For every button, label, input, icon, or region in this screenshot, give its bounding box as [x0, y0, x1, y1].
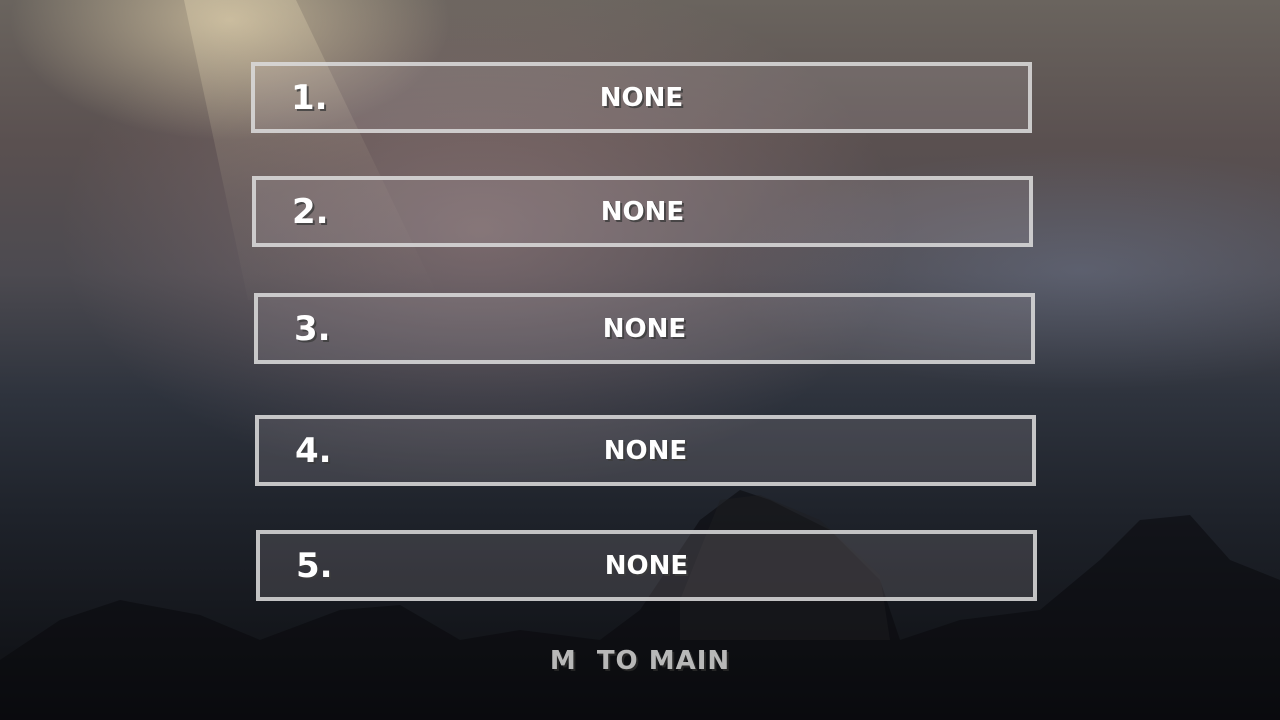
slot-name: NONE — [600, 196, 685, 227]
save-slot-5[interactable]: 5. NONE — [256, 530, 1037, 601]
save-slot-4[interactable]: 4. NONE — [255, 415, 1036, 486]
save-slot-2[interactable]: 2. NONE — [252, 176, 1033, 247]
back-to-main-prompt[interactable]: M TO MAIN — [0, 646, 1280, 676]
slot-name: NONE — [599, 82, 684, 113]
slot-name: NONE — [604, 550, 689, 581]
slot-name: NONE — [603, 435, 688, 466]
save-slot-3[interactable]: 3. NONE — [254, 293, 1035, 364]
save-slot-1[interactable]: 1. NONE — [251, 62, 1032, 133]
slot-name: NONE — [602, 313, 687, 344]
